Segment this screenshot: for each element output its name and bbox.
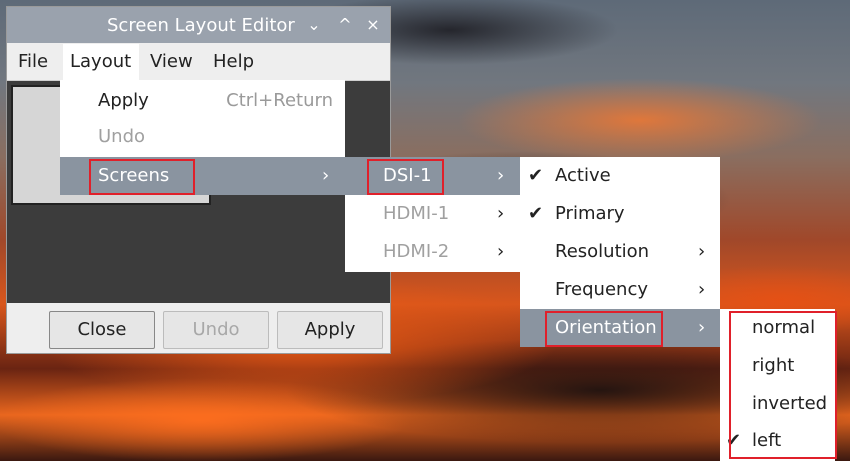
layout-menu-screens[interactable]: Screens › bbox=[60, 157, 345, 195]
button-bar: Close Undo Apply bbox=[7, 303, 390, 353]
dsi-item-resolution[interactable]: Resolution › bbox=[520, 233, 720, 271]
chevron-right-icon: › bbox=[497, 203, 505, 224]
screens-item-hdmi-1[interactable]: HDMI-1 › bbox=[345, 195, 520, 233]
orientation-item-inverted[interactable]: inverted bbox=[720, 385, 835, 423]
check-icon: ✔ bbox=[726, 430, 742, 451]
menu-bar: File Layout View Help bbox=[7, 44, 390, 81]
dsi-item-orientation[interactable]: Orientation › bbox=[520, 309, 720, 347]
active-label: Active bbox=[555, 165, 611, 186]
check-icon: ✔ bbox=[528, 165, 544, 186]
dsi-1-submenu: ✔ Active ✔ Primary Resolution › Frequenc… bbox=[520, 157, 720, 347]
chevron-right-icon: › bbox=[497, 241, 505, 262]
orientation-item-right[interactable]: right bbox=[720, 347, 835, 385]
orientation-item-normal[interactable]: normal bbox=[720, 309, 835, 347]
minimize-icon[interactable]: ⌄ bbox=[305, 15, 323, 34]
frequency-label: Frequency bbox=[555, 279, 648, 300]
primary-label: Primary bbox=[555, 203, 625, 224]
menu-layout[interactable]: Layout bbox=[63, 44, 139, 80]
hdmi-2-label: HDMI-2 bbox=[383, 241, 450, 262]
chevron-right-icon: › bbox=[322, 165, 330, 186]
undo-button[interactable]: Undo bbox=[163, 311, 269, 349]
screens-label: Screens bbox=[98, 165, 170, 186]
menu-view[interactable]: View bbox=[143, 44, 200, 80]
dsi-item-active[interactable]: ✔ Active bbox=[520, 157, 720, 195]
layout-menu-undo[interactable]: Undo bbox=[60, 118, 345, 156]
screens-submenu: DSI-1 › HDMI-1 › HDMI-2 › bbox=[345, 157, 520, 272]
title-bar[interactable]: Screen Layout Editor ⌄ ^ × bbox=[7, 7, 390, 43]
menu-file[interactable]: File bbox=[11, 44, 55, 80]
close-icon[interactable]: × bbox=[364, 15, 382, 34]
menu-help[interactable]: Help bbox=[206, 44, 261, 80]
maximize-icon[interactable]: ^ bbox=[336, 15, 354, 34]
apply-button[interactable]: Apply bbox=[277, 311, 383, 349]
hdmi-1-label: HDMI-1 bbox=[383, 203, 450, 224]
orientation-item-left[interactable]: ✔ left bbox=[720, 422, 835, 460]
orientation-submenu: normal right inverted ✔ left bbox=[720, 309, 835, 461]
window-title: Screen Layout Editor bbox=[107, 15, 295, 36]
resolution-label: Resolution bbox=[555, 241, 650, 262]
screens-item-hdmi-2[interactable]: HDMI-2 › bbox=[345, 233, 520, 271]
dsi-item-primary[interactable]: ✔ Primary bbox=[520, 195, 720, 233]
dsi-1-label: DSI-1 bbox=[383, 165, 432, 186]
screens-item-dsi-1[interactable]: DSI-1 › bbox=[345, 157, 520, 195]
left-label: left bbox=[752, 430, 782, 451]
orientation-label: Orientation bbox=[555, 317, 657, 338]
chevron-right-icon: › bbox=[698, 241, 706, 262]
chevron-right-icon: › bbox=[497, 165, 505, 186]
apply-label: Apply bbox=[98, 90, 149, 111]
close-button[interactable]: Close bbox=[49, 311, 155, 349]
dsi-item-frequency[interactable]: Frequency › bbox=[520, 271, 720, 309]
layout-menu: Apply Ctrl+Return Undo Screens › bbox=[60, 80, 345, 195]
check-icon: ✔ bbox=[528, 203, 544, 224]
layout-menu-apply[interactable]: Apply Ctrl+Return bbox=[60, 82, 345, 120]
chevron-right-icon: › bbox=[698, 317, 706, 338]
chevron-right-icon: › bbox=[698, 279, 706, 300]
apply-shortcut: Ctrl+Return bbox=[226, 90, 333, 111]
